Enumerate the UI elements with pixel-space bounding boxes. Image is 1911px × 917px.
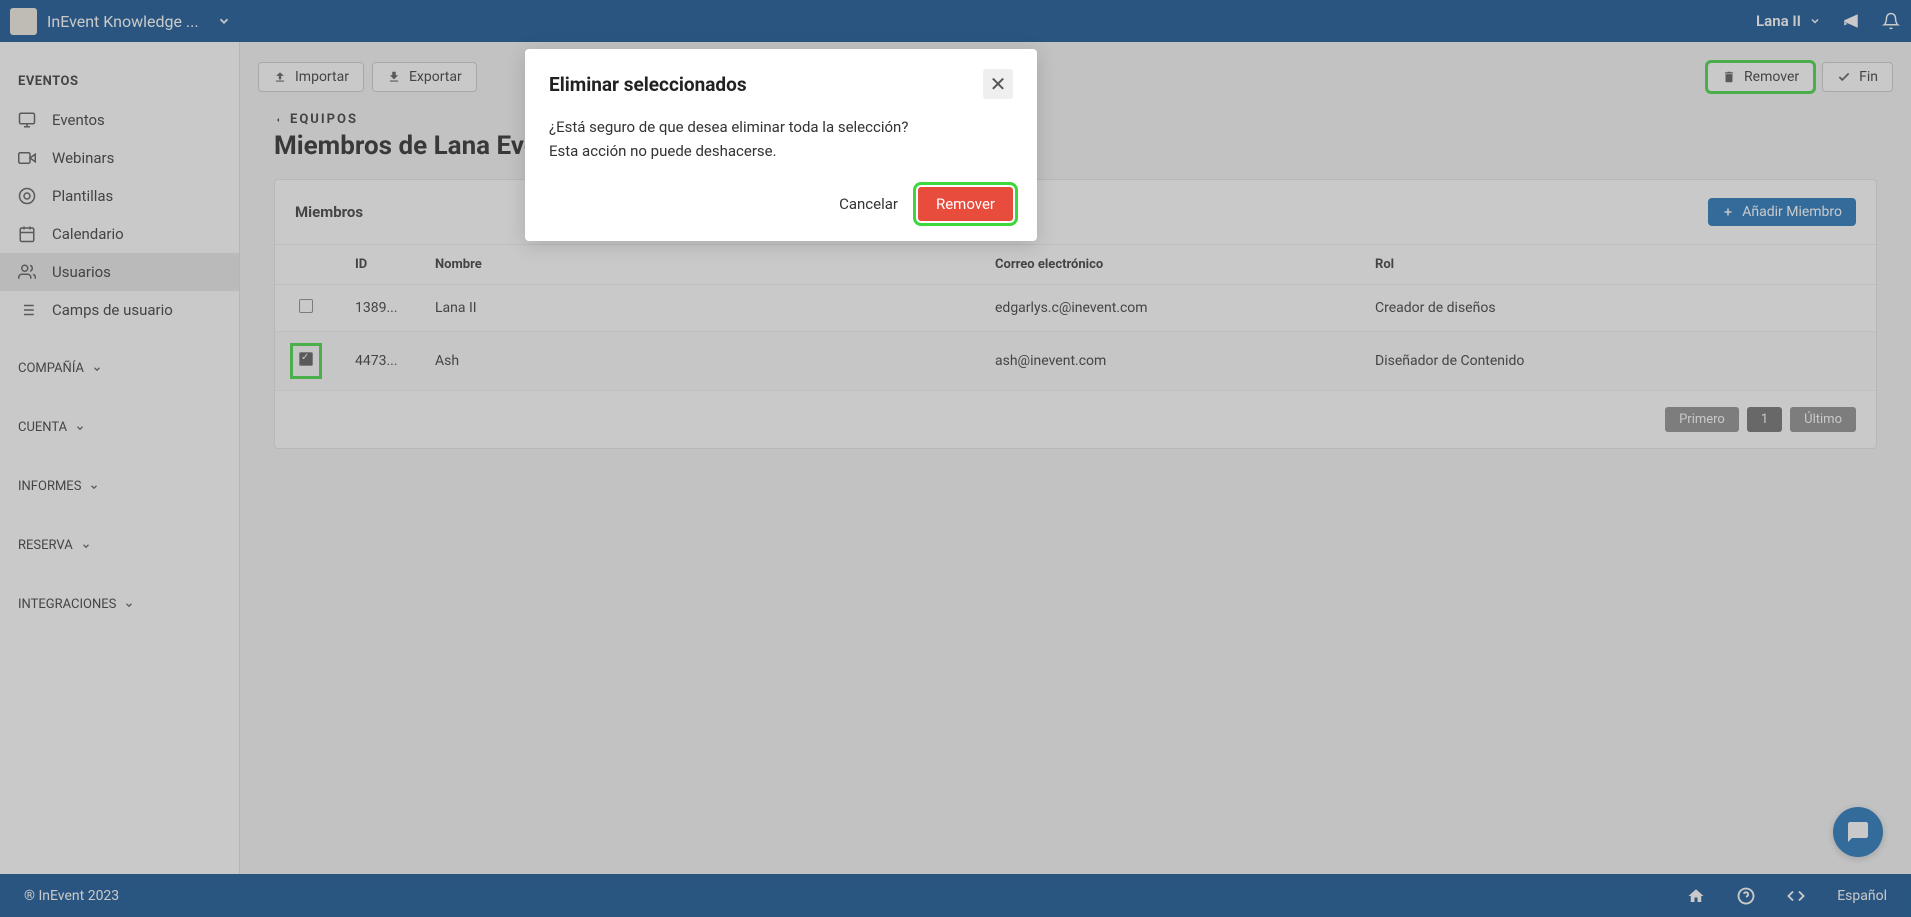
modal-line1: ¿Está seguro de que desea eliminar toda …: [549, 115, 1013, 139]
modal-line2: Esta acción no puede deshacerse.: [549, 139, 1013, 163]
modal-remove-button[interactable]: Remover: [918, 187, 1013, 221]
modal-title: Eliminar seleccionados: [549, 73, 747, 96]
modal-body: ¿Está seguro de que desea eliminar toda …: [525, 107, 1037, 179]
close-icon: ✕: [990, 72, 1007, 96]
delete-modal: Eliminar seleccionados ✕ ¿Está seguro de…: [525, 49, 1037, 241]
modal-cancel-button[interactable]: Cancelar: [823, 187, 914, 221]
modal-close-button[interactable]: ✕: [983, 69, 1013, 99]
